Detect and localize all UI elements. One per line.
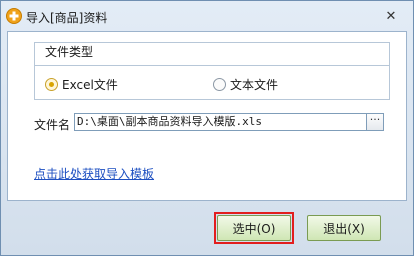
- dialog-content-panel: 文件类型 Excel文件 文本文件 文件名 D:\桌面\副本商品资料导入模版.x…: [7, 31, 407, 201]
- close-icon[interactable]: ✕: [382, 7, 400, 25]
- browse-button[interactable]: ···: [366, 113, 384, 131]
- app-icon: [6, 8, 22, 24]
- window-title: 导入[商品]资料: [26, 11, 108, 25]
- select-button[interactable]: 选中(O): [217, 215, 291, 241]
- radio-excel-file[interactable]: Excel文件: [45, 76, 118, 93]
- radio-unchecked-icon: [213, 78, 226, 91]
- file-name-label: 文件名: [34, 118, 71, 132]
- get-template-link[interactable]: 点击此处获取导入模板: [34, 165, 154, 182]
- file-type-group-title: 文件类型: [43, 43, 96, 60]
- title-bar: 导入[商品]资料 ✕: [1, 1, 413, 31]
- file-type-group: 文件类型 Excel文件 文本文件: [34, 42, 390, 100]
- radio-excel-label: Excel文件: [62, 78, 118, 92]
- exit-button[interactable]: 退出(X): [307, 215, 381, 241]
- radio-checked-icon: [45, 78, 58, 91]
- radio-text-file[interactable]: 文本文件: [213, 76, 278, 93]
- group-divider: [35, 65, 389, 66]
- radio-text-label: 文本文件: [230, 78, 279, 92]
- import-dialog-window: 导入[商品]资料 ✕ 文件类型 Excel文件 文本文件 文件名 D:\桌面\副…: [0, 0, 414, 256]
- file-path-input[interactable]: D:\桌面\副本商品资料导入模版.xls: [74, 113, 367, 131]
